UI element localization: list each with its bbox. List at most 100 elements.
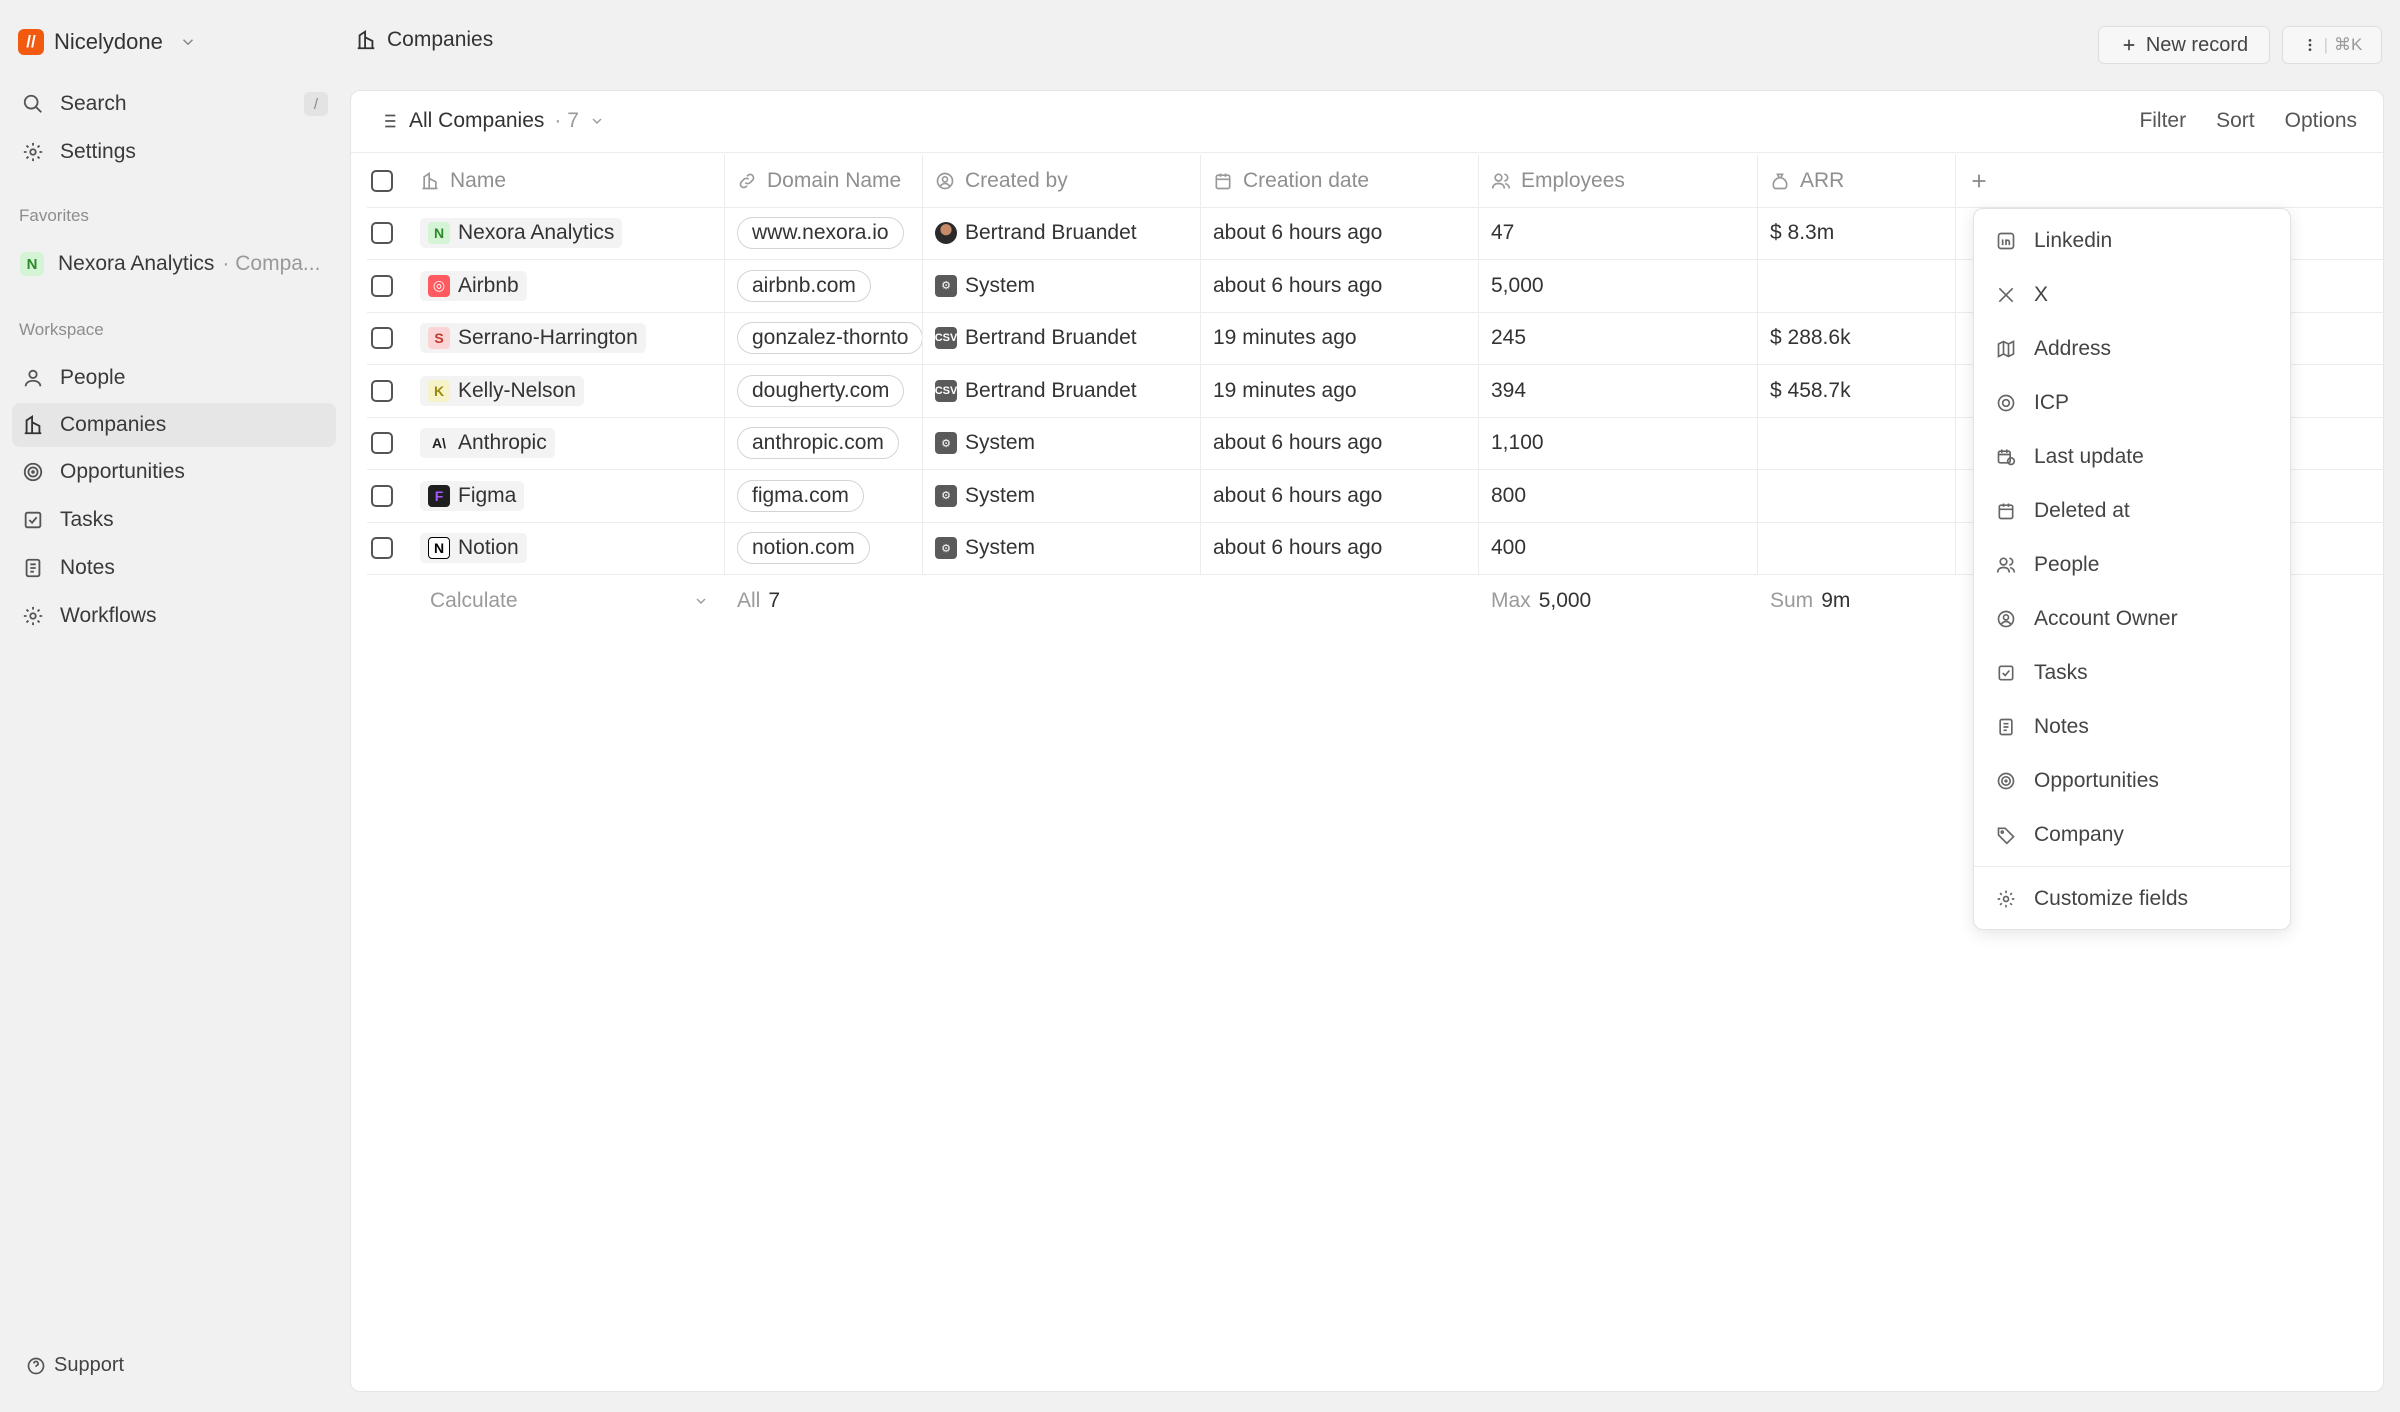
row-checkbox[interactable] — [371, 274, 393, 297]
row-checkbox[interactable] — [371, 432, 393, 455]
domain-cell[interactable]: www.nexora.io — [725, 207, 923, 259]
arr-cell[interactable] — [1758, 260, 1956, 312]
employees-cell[interactable]: 5,000 — [1479, 260, 1758, 312]
row-checkbox[interactable] — [371, 484, 393, 507]
sidebar-item-people[interactable]: People — [12, 356, 336, 400]
add-column-button[interactable] — [1968, 170, 1990, 192]
column-header-domain[interactable]: Domain Name — [725, 155, 923, 207]
search-nav[interactable]: Search / — [12, 82, 336, 126]
menu-item-linkedin[interactable]: Linkedin — [1986, 219, 2280, 263]
domain-link[interactable]: www.nexora.io — [737, 217, 904, 250]
menu-item-icp[interactable]: ICP — [1986, 381, 2280, 425]
column-header-creation-date[interactable]: Creation date — [1201, 155, 1479, 207]
user-icon — [20, 365, 46, 391]
command-menu-button[interactable]: | ⌘K — [2282, 26, 2382, 64]
company-name-cell[interactable]: K Kelly-Nelson — [408, 365, 725, 417]
customize-fields-button[interactable]: Customize fields — [1986, 877, 2280, 921]
employees-cell[interactable]: 400 — [1479, 522, 1758, 574]
arr-cell[interactable]: $ 458.7k — [1758, 365, 1956, 417]
column-header-arr[interactable]: ARR — [1758, 155, 1956, 207]
company-chip[interactable]: N Notion — [420, 533, 527, 564]
sidebar-item-workflows[interactable]: Workflows — [12, 594, 336, 638]
domain-aggregate[interactable]: All 7 — [725, 575, 923, 628]
menu-item-company[interactable]: Company — [1986, 813, 2280, 857]
row-checkbox[interactable] — [371, 379, 393, 402]
arr-aggregate[interactable]: Sum 9m — [1758, 575, 1956, 628]
arr-cell[interactable]: $ 288.6k — [1758, 312, 1956, 364]
employees-aggregate[interactable]: Max 5,000 — [1479, 575, 1758, 628]
new-record-button[interactable]: New record — [2098, 26, 2270, 64]
column-header-created-by[interactable]: Created by — [923, 155, 1201, 207]
chevron-down-icon — [179, 33, 197, 51]
new-record-label: New record — [2145, 33, 2249, 56]
row-checkbox[interactable] — [371, 537, 393, 560]
select-all-checkbox[interactable] — [371, 169, 393, 192]
date-aggregate[interactable] — [1201, 575, 1479, 628]
domain-cell[interactable]: airbnb.com — [725, 260, 923, 312]
company-name-cell[interactable]: N Notion — [408, 522, 725, 574]
domain-cell[interactable]: notion.com — [725, 522, 923, 574]
company-name-cell[interactable]: A\ Anthropic — [408, 417, 725, 469]
domain-link[interactable]: figma.com — [737, 479, 864, 512]
sidebar-item-opportunities[interactable]: Opportunities — [12, 450, 336, 494]
support-link[interactable]: Support — [26, 1354, 124, 1377]
created-by-cell: CSV Bertrand Bruandet — [923, 365, 1201, 417]
domain-cell[interactable]: figma.com — [725, 470, 923, 522]
employees-cell[interactable]: 47 — [1479, 207, 1758, 259]
menu-item-account-owner[interactable]: Account Owner — [1986, 597, 2280, 641]
company-name: Nexora Analytics — [458, 221, 615, 245]
domain-cell[interactable]: dougherty.com — [725, 365, 923, 417]
employees-cell[interactable]: 800 — [1479, 470, 1758, 522]
sort-button[interactable]: Sort — [2216, 109, 2255, 133]
domain-link[interactable]: dougherty.com — [737, 374, 905, 407]
menu-item-opportunities[interactable]: Opportunities — [1986, 759, 2280, 803]
sidebar-item-companies[interactable]: Companies — [12, 403, 336, 447]
menu-item-last-update[interactable]: Last update — [1986, 435, 2280, 479]
domain-link[interactable]: airbnb.com — [737, 269, 871, 302]
menu-item-tasks[interactable]: Tasks — [1986, 651, 2280, 695]
calculate-dropdown[interactable]: Calculate — [408, 575, 725, 628]
arr-cell[interactable] — [1758, 522, 1956, 574]
company-name-cell[interactable]: S Serrano-Harrington — [408, 312, 725, 364]
company-chip[interactable]: A\ Anthropic — [420, 428, 555, 459]
arr-cell[interactable]: $ 8.3m — [1758, 207, 1956, 259]
row-checkbox[interactable] — [371, 327, 393, 350]
menu-item-deleted-at[interactable]: Deleted at — [1986, 489, 2280, 533]
arr-cell[interactable] — [1758, 417, 1956, 469]
created-by-aggregate[interactable] — [923, 575, 1201, 628]
view-switcher[interactable]: All Companies · 7 — [377, 109, 605, 133]
employees-cell[interactable]: 394 — [1479, 365, 1758, 417]
column-header-employees[interactable]: Employees — [1479, 155, 1758, 207]
employees-cell[interactable]: 1,100 — [1479, 417, 1758, 469]
domain-cell[interactable]: gonzalez-thornto — [725, 312, 923, 364]
sidebar-item-notes[interactable]: Notes — [12, 546, 336, 590]
menu-item-notes[interactable]: Notes — [1986, 705, 2280, 749]
row-checkbox[interactable] — [371, 222, 393, 245]
settings-nav[interactable]: Settings — [12, 130, 336, 174]
column-header-label: Name — [450, 168, 507, 192]
company-chip[interactable]: S Serrano-Harrington — [420, 323, 646, 354]
filter-button[interactable]: Filter — [2139, 109, 2186, 133]
favorite-item[interactable]: N Nexora Analytics · Compa... — [12, 242, 336, 286]
workspace-switcher[interactable]: // Nicelydone — [18, 26, 197, 58]
domain-link[interactable]: anthropic.com — [737, 427, 899, 460]
company-chip[interactable]: ◎ Airbnb — [420, 270, 527, 301]
domain-link[interactable]: gonzalez-thornto — [737, 322, 922, 355]
company-name-cell[interactable]: F Figma — [408, 470, 725, 522]
company-chip[interactable]: F Figma — [420, 480, 525, 511]
company-name-cell[interactable]: ◎ Airbnb — [408, 260, 725, 312]
company-name-cell[interactable]: N Nexora Analytics — [408, 207, 725, 259]
employees-cell[interactable]: 245 — [1479, 312, 1758, 364]
options-button[interactable]: Options — [2285, 109, 2357, 133]
company-chip[interactable]: N Nexora Analytics — [420, 218, 623, 249]
sidebar-item-tasks[interactable]: Tasks — [12, 498, 336, 542]
arr-cell[interactable] — [1758, 470, 1956, 522]
company-chip[interactable]: K Kelly-Nelson — [420, 375, 584, 406]
robot-icon: ⚙ — [935, 537, 957, 560]
column-header-name[interactable]: Name — [408, 155, 725, 207]
domain-link[interactable]: notion.com — [737, 532, 870, 565]
menu-item-address[interactable]: Address — [1986, 327, 2280, 371]
menu-item-x[interactable]: X — [1986, 273, 2280, 317]
domain-cell[interactable]: anthropic.com — [725, 417, 923, 469]
menu-item-people[interactable]: People — [1986, 543, 2280, 587]
